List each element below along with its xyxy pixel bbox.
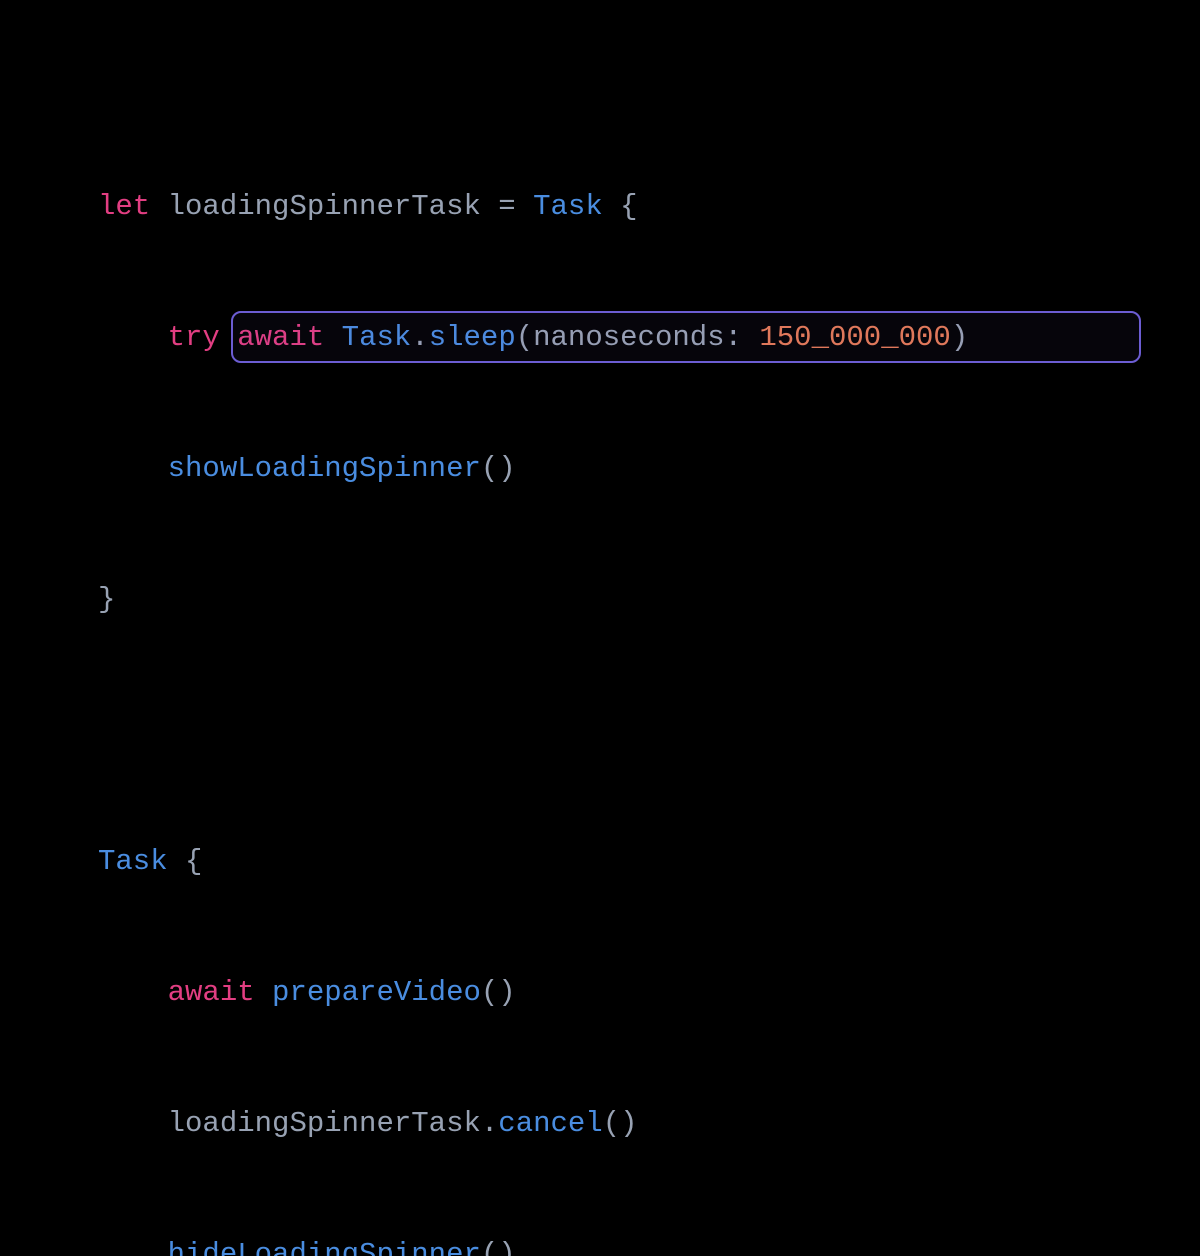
code-line-3: showLoadingSpinner() [98, 447, 968, 491]
code-line-7: await prepareVideo() [98, 971, 968, 1015]
argument-label: nanoseconds [533, 321, 724, 354]
dot: . [411, 321, 428, 354]
paren-close: ) [951, 321, 968, 354]
paren-open: ( [481, 1238, 498, 1256]
brace-close: } [98, 583, 115, 616]
colon: : [725, 321, 742, 354]
function-name: cancel [498, 1107, 602, 1140]
type-name: Task [533, 190, 603, 223]
code-line-6: Task { [98, 840, 968, 884]
identifier: loadingSpinnerTask [168, 1107, 481, 1140]
code-line-2: try await Task.sleep(nanoseconds: 150_00… [98, 316, 968, 360]
paren-close: ) [620, 1107, 637, 1140]
brace-open: { [620, 190, 637, 223]
keyword-await: await [168, 976, 255, 1009]
function-name: prepareVideo [272, 976, 481, 1009]
paren-open: ( [481, 976, 498, 1009]
brace-open: { [185, 845, 202, 878]
paren-close: ) [498, 1238, 515, 1256]
paren-open: ( [603, 1107, 620, 1140]
dot: . [481, 1107, 498, 1140]
keyword-try: try [168, 321, 220, 354]
keyword-let: let [98, 190, 150, 223]
function-name: showLoadingSpinner [168, 452, 481, 485]
paren-open: ( [481, 452, 498, 485]
function-name: hideLoadingSpinner [168, 1238, 481, 1256]
code-line-5 [98, 709, 968, 753]
code-block: let loadingSpinnerTask = Task { try awai… [98, 98, 968, 1256]
paren-close: ) [498, 452, 515, 485]
function-name: sleep [429, 321, 516, 354]
paren-open: ( [516, 321, 533, 354]
code-line-4: } [98, 578, 968, 622]
type-name: Task [342, 321, 412, 354]
code-line-9: hideLoadingSpinner() [98, 1233, 968, 1256]
operator-equals: = [498, 190, 515, 223]
keyword-await: await [237, 321, 324, 354]
identifier: loadingSpinnerTask [168, 190, 481, 223]
paren-close: ) [498, 976, 515, 1009]
type-name: Task [98, 845, 168, 878]
code-line-8: loadingSpinnerTask.cancel() [98, 1102, 968, 1146]
code-line-1: let loadingSpinnerTask = Task { [98, 185, 968, 229]
number-literal: 150_000_000 [759, 321, 950, 354]
